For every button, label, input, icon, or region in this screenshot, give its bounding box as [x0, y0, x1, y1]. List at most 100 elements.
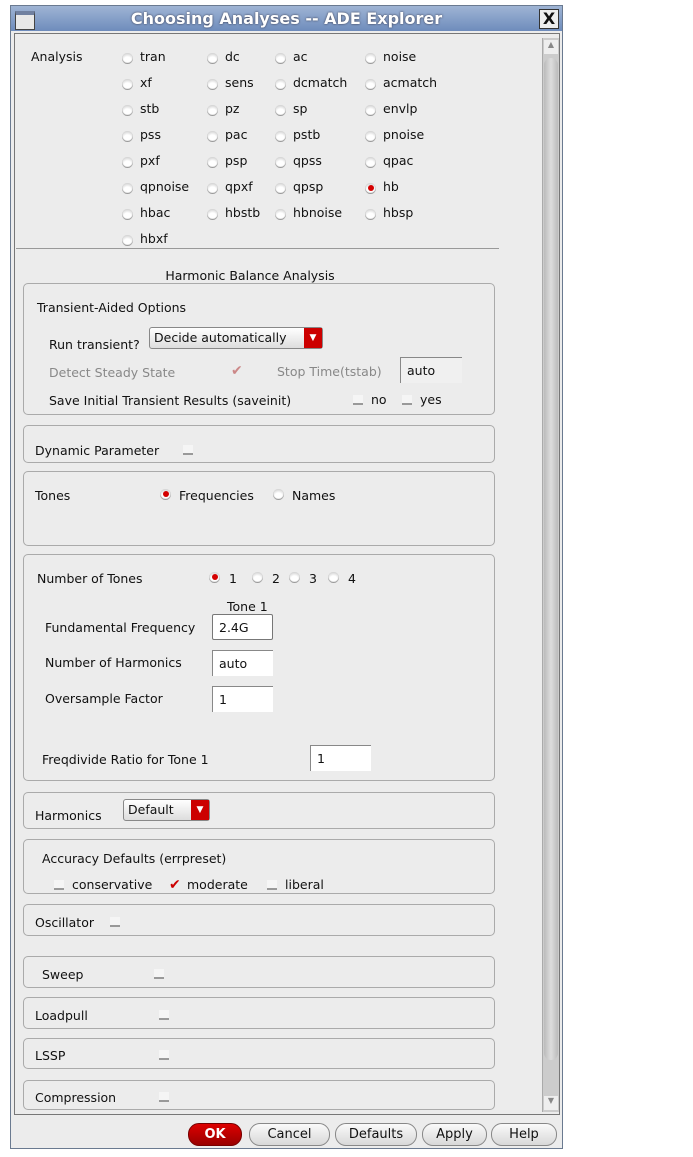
vertical-scrollbar[interactable]: ▲ ▼: [542, 38, 559, 1112]
ok-button[interactable]: OK: [188, 1123, 242, 1146]
analysis-radio-hbsp[interactable]: [365, 209, 376, 220]
fundamental-frequency-label: Fundamental Frequency: [45, 620, 196, 635]
tones-names-radio[interactable]: [273, 489, 284, 500]
analysis-label-pxf: pxf: [140, 153, 160, 168]
number-of-tones-group: Number of Tones 1 2 3 4 Tone 1 Fundamental …: [23, 554, 495, 781]
analysis-label-qpnoise: qpnoise: [140, 179, 190, 194]
fundamental-frequency-input[interactable]: 2.4G: [212, 614, 273, 640]
analysis-radio-hbstb[interactable]: [207, 209, 218, 220]
analysis-label-pstb: pstb: [293, 127, 321, 142]
harmonics-label: Harmonics: [35, 808, 102, 823]
analysis-radio-qpss[interactable]: [275, 157, 286, 168]
analysis-radio-acmatch[interactable]: [365, 79, 376, 90]
analysis-radio-psp[interactable]: [207, 157, 218, 168]
number-of-harmonics-input[interactable]: auto: [212, 650, 273, 676]
analysis-radio-dc[interactable]: [207, 53, 218, 64]
tones-count-radio-3[interactable]: [289, 572, 300, 583]
analysis-radio-qpac[interactable]: [365, 157, 376, 168]
help-button[interactable]: Help: [491, 1123, 557, 1146]
analysis-radio-qpsp[interactable]: [275, 183, 286, 194]
lssp-checkbox[interactable]: [159, 1050, 169, 1060]
analysis-radio-pnoise[interactable]: [365, 131, 376, 142]
tones-count-radio-4[interactable]: [328, 572, 339, 583]
analysis-label-sens: sens: [225, 75, 254, 90]
compression-checkbox[interactable]: [159, 1092, 169, 1102]
freqdivide-ratio-input[interactable]: 1: [310, 745, 371, 771]
oscillator-label: Oscillator: [35, 915, 94, 930]
dynamic-parameter-group: Dynamic Parameter: [23, 425, 495, 463]
moderate-checkbox[interactable]: ✔: [169, 878, 181, 892]
freqdivide-ratio-label: Freqdivide Ratio for Tone 1: [42, 752, 209, 767]
analysis-label-ac: ac: [293, 49, 308, 64]
scroll-down-icon[interactable]: ▼: [544, 1096, 558, 1110]
harmonics-group: Harmonics Default ▼: [23, 792, 495, 829]
analysis-radio-stb[interactable]: [122, 105, 133, 116]
analysis-radio-pss[interactable]: [122, 131, 133, 142]
title-bar[interactable]: Choosing Analyses -- ADE Explorer X: [11, 6, 562, 31]
number-of-tones-label: Number of Tones: [37, 571, 143, 586]
analysis-radio-pxf[interactable]: [122, 157, 133, 168]
sweep-group: Sweep: [23, 956, 495, 988]
analysis-label-qpsp: qpsp: [293, 179, 324, 194]
analysis-label-qpac: qpac: [383, 153, 414, 168]
analysis-label-hbxf: hbxf: [140, 231, 168, 246]
oscillator-checkbox[interactable]: [110, 917, 120, 927]
conservative-label: conservative: [72, 877, 153, 892]
liberal-label: liberal: [285, 877, 324, 892]
analysis-radio-hbac[interactable]: [122, 209, 133, 220]
analysis-radio-hbxf[interactable]: [122, 235, 133, 246]
sweep-checkbox[interactable]: [154, 969, 164, 979]
analysis-radio-tran[interactable]: [122, 53, 133, 64]
tones-frequencies-radio[interactable]: [160, 489, 171, 500]
scroll-up-icon[interactable]: ▲: [544, 40, 558, 54]
loadpull-label: Loadpull: [35, 1008, 88, 1023]
analysis-radio-qpxf[interactable]: [207, 183, 218, 194]
compression-label: Compression: [35, 1090, 117, 1105]
saveinit-no-checkbox[interactable]: [353, 395, 363, 405]
harmonics-dropdown[interactable]: Default ▼: [123, 799, 210, 821]
analysis-label-hb: hb: [383, 179, 399, 194]
analysis-radio-sens[interactable]: [207, 79, 218, 90]
analysis-radio-xf[interactable]: [122, 79, 133, 90]
analysis-label-tran: tran: [140, 49, 166, 64]
scrollbar-thumb[interactable]: [544, 58, 558, 1060]
saveinit-yes-label: yes: [420, 392, 442, 407]
analysis-radio-pstb[interactable]: [275, 131, 286, 142]
dynamic-parameter-checkbox[interactable]: [183, 445, 193, 455]
tones-count-radio-2[interactable]: [252, 572, 263, 583]
tones-count-radio-1[interactable]: [209, 572, 220, 583]
analysis-radio-hbnoise[interactable]: [275, 209, 286, 220]
saveinit-yes-checkbox[interactable]: [402, 395, 412, 405]
transient-options-group: Transient-Aided Options Run transient? D…: [23, 283, 495, 415]
analysis-radio-pz[interactable]: [207, 105, 218, 116]
analysis-label-hbnoise: hbnoise: [293, 205, 343, 220]
analysis-radio-dcmatch[interactable]: [275, 79, 286, 90]
conservative-checkbox[interactable]: [54, 880, 64, 890]
apply-button[interactable]: Apply: [422, 1123, 487, 1146]
window-title: Choosing Analyses -- ADE Explorer: [130, 9, 443, 28]
analysis-label-xf: xf: [140, 75, 152, 90]
analysis-label-hbstb: hbstb: [225, 205, 261, 220]
analysis-label-dcmatch: dcmatch: [293, 75, 348, 90]
loadpull-checkbox[interactable]: [159, 1010, 169, 1020]
sweep-label: Sweep: [42, 967, 84, 982]
oversample-factor-input[interactable]: 1: [212, 686, 273, 712]
analysis-radio-hb[interactable]: [365, 183, 376, 194]
analysis-radio-qpnoise[interactable]: [122, 183, 133, 194]
analysis-radio-noise[interactable]: [365, 53, 376, 64]
cancel-button[interactable]: Cancel: [249, 1123, 330, 1146]
analysis-radio-ac[interactable]: [275, 53, 286, 64]
analysis-radio-envlp[interactable]: [365, 105, 376, 116]
liberal-checkbox[interactable]: [267, 880, 277, 890]
run-transient-dropdown[interactable]: Decide automatically ▼: [149, 327, 323, 349]
transient-title: Transient-Aided Options: [37, 300, 187, 315]
dialog-window: Choosing Analyses -- ADE Explorer X Anal…: [10, 5, 563, 1149]
analysis-radio-pac[interactable]: [207, 131, 218, 142]
lssp-group: LSSP: [23, 1038, 495, 1069]
saveinit-no-label: no: [371, 392, 387, 407]
analysis-label-stb: stb: [140, 101, 160, 116]
defaults-button[interactable]: Defaults: [335, 1123, 417, 1146]
analysis-radio-sp[interactable]: [275, 105, 286, 116]
run-transient-value: Decide automatically: [154, 330, 287, 345]
close-button[interactable]: X: [539, 9, 559, 29]
